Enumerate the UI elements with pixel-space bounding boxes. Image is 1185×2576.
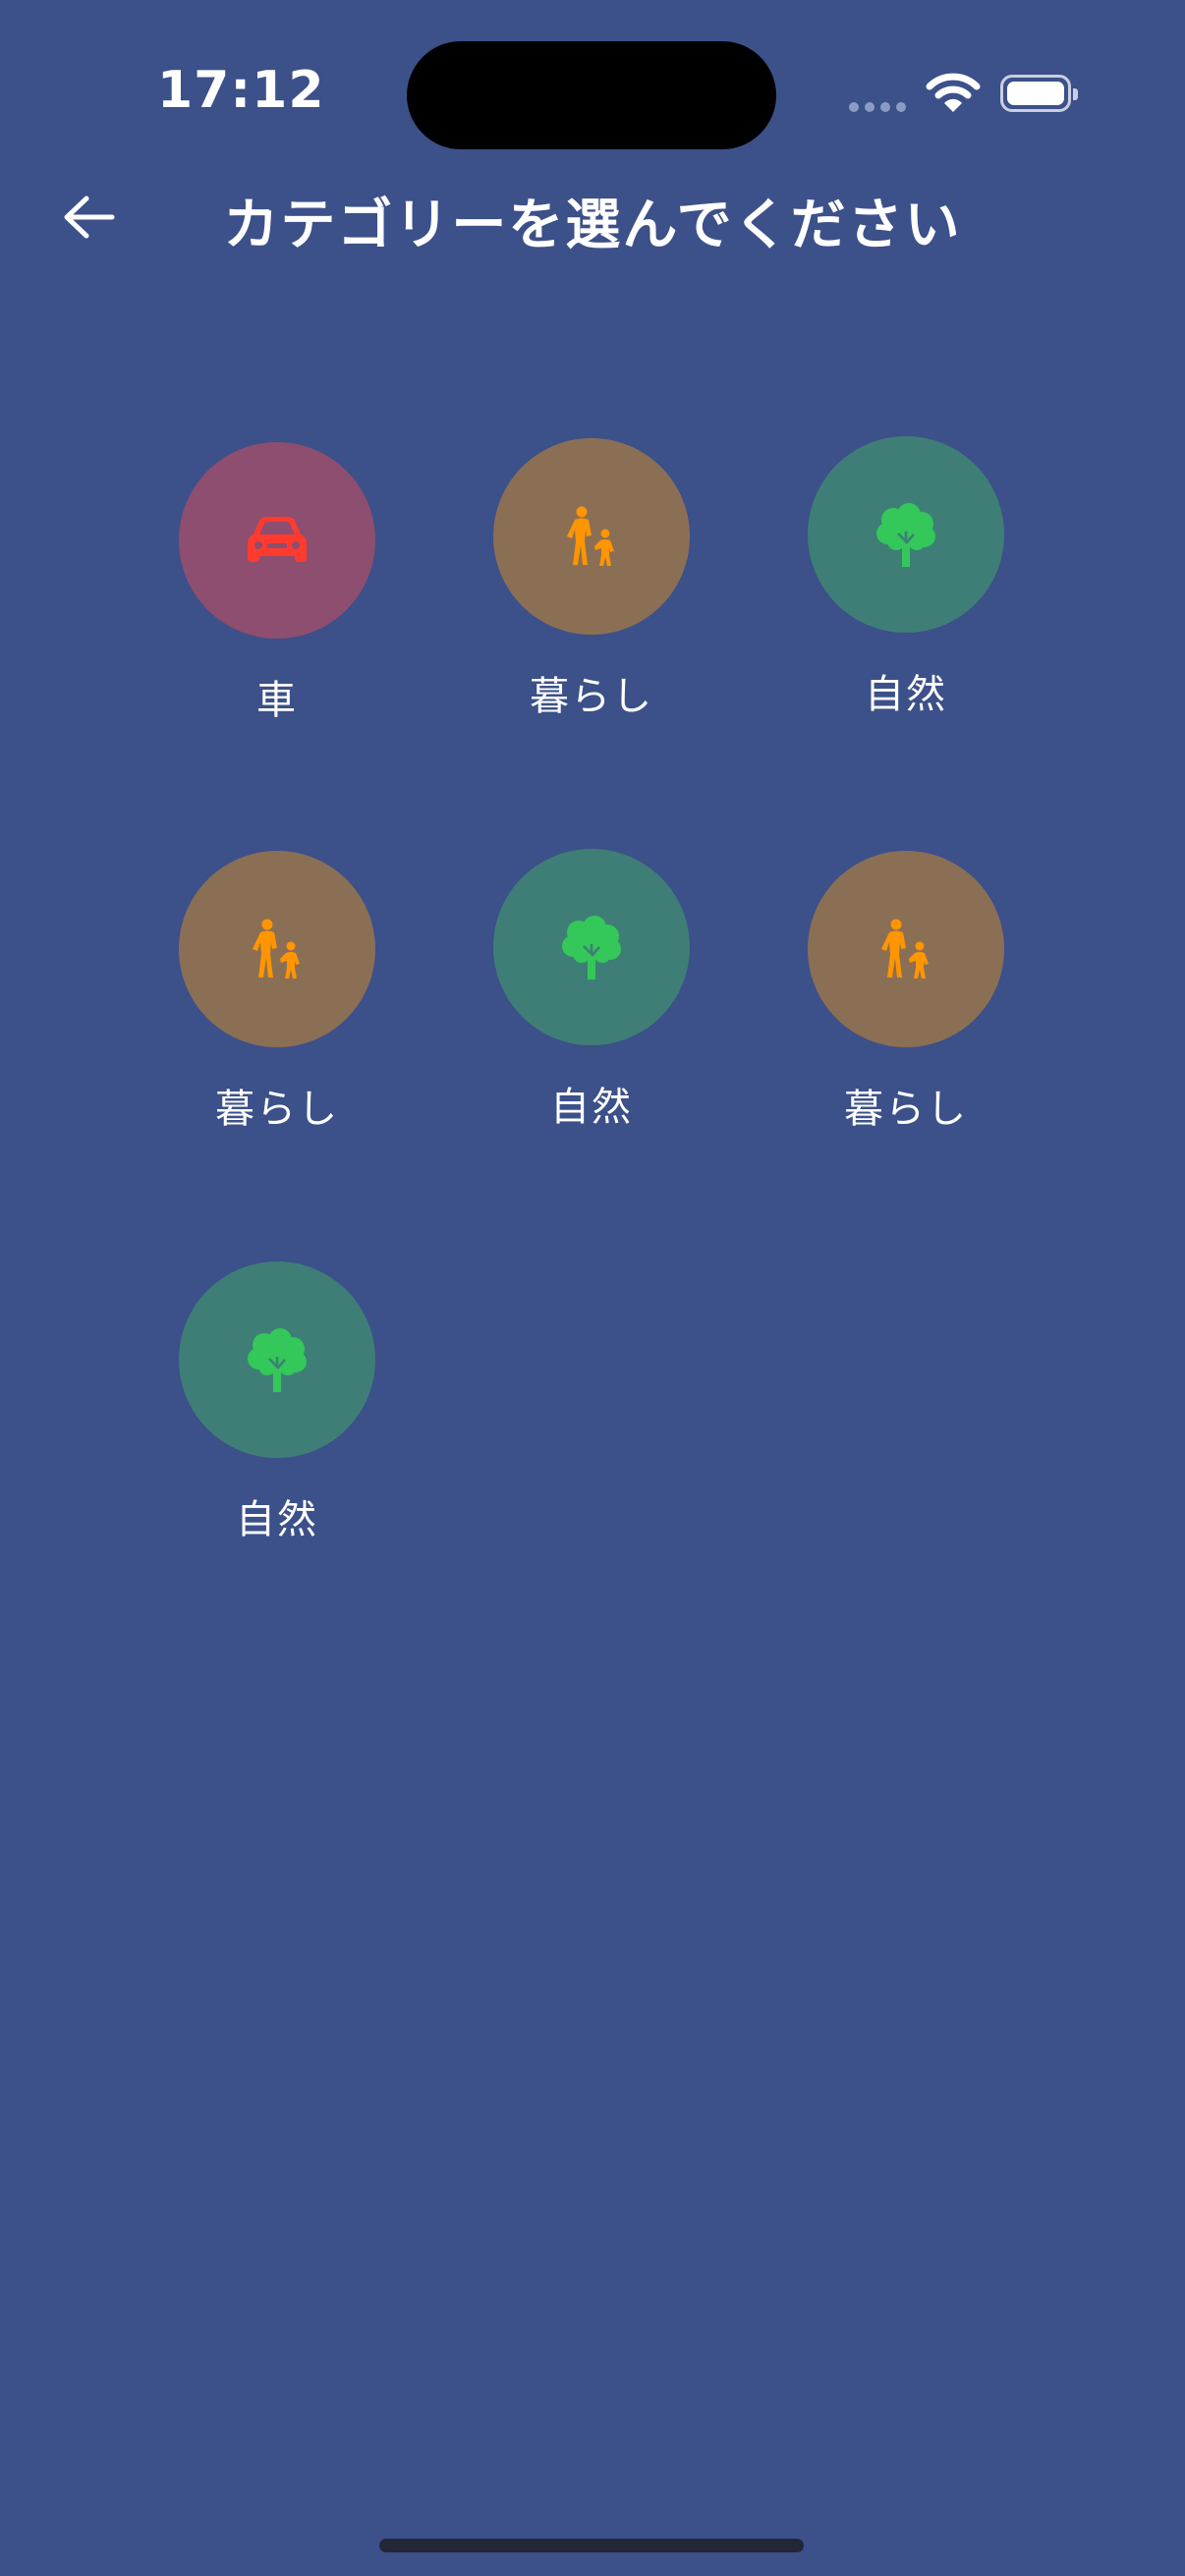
dynamic-island [407, 41, 776, 149]
family-icon [567, 506, 614, 566]
category-tile-life[interactable]: 暮らし [159, 851, 395, 1165]
tree-icon [248, 1328, 307, 1392]
category-tile-car[interactable]: 車 [159, 442, 395, 756]
category-tile-nature[interactable]: 自然 [474, 849, 709, 1163]
page-title: カテゴリーを選んでください [223, 194, 962, 257]
category-circle [808, 851, 1004, 1047]
back-button[interactable] [55, 183, 124, 252]
category-label: 暮らし [844, 1087, 968, 1132]
category-label: 車 [256, 678, 298, 723]
category-tile-life[interactable]: 暮らし [474, 438, 709, 753]
category-tile-nature[interactable]: 自然 [788, 436, 1024, 751]
category-circle [179, 1261, 375, 1458]
category-label: 自然 [236, 1497, 318, 1542]
category-tile-nature[interactable]: 自然 [159, 1261, 395, 1576]
category-circle [179, 442, 375, 639]
family-icon [881, 919, 929, 979]
wifi-icon [926, 73, 981, 118]
category-label: 暮らし [215, 1087, 339, 1132]
category-label: 暮らし [530, 674, 653, 719]
category-label: 自然 [865, 672, 947, 717]
category-label: 自然 [550, 1085, 633, 1130]
arrow-left-icon [64, 196, 115, 239]
tree-icon [562, 916, 621, 980]
home-indicator[interactable] [379, 2539, 804, 2552]
status-time: 17:12 [157, 61, 325, 120]
category-tile-life[interactable]: 暮らし [788, 851, 1024, 1165]
cellular-signal-icon [849, 102, 906, 112]
category-circle [493, 849, 690, 1045]
car-icon [248, 517, 307, 562]
category-circle [808, 436, 1004, 633]
family-icon [253, 919, 300, 979]
battery-icon [1000, 75, 1078, 112]
category-circle [493, 438, 690, 635]
tree-icon [876, 503, 935, 567]
category-circle [179, 851, 375, 1047]
